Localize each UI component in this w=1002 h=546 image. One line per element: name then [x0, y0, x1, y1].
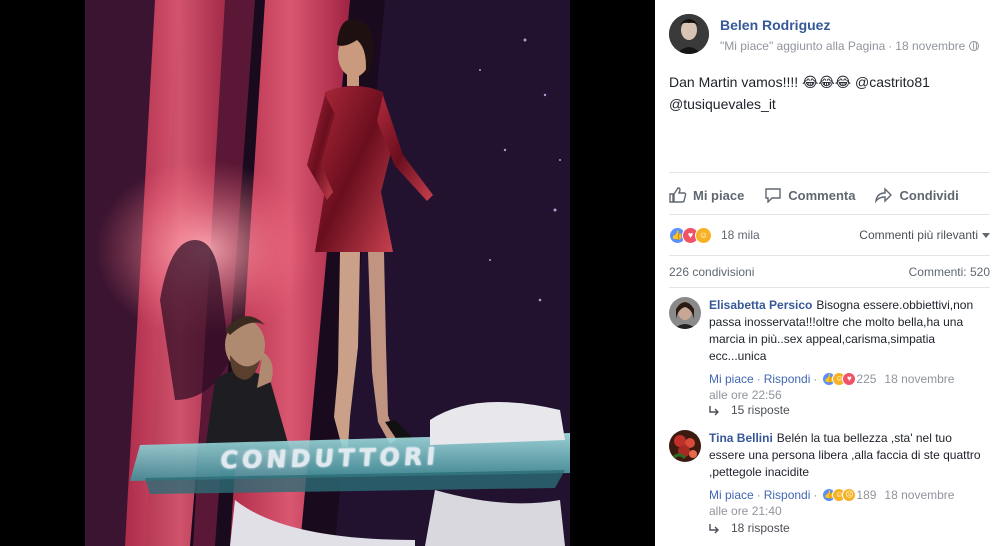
replies-link[interactable]: 15 risposte: [709, 403, 790, 417]
post-header: Belen Rodriguez "Mi piace" aggiunto alla…: [669, 14, 1002, 56]
post-meta: "Mi piace" aggiunto alla Pagina · 18 novem…: [720, 39, 980, 53]
share-button[interactable]: Condividi: [875, 182, 959, 208]
commenter-name[interactable]: Tina Bellini: [709, 431, 773, 445]
love-reaction-icon: ♥: [842, 372, 857, 386]
comment-time: alle ore 22:56: [709, 388, 782, 402]
like-label: Mi piace: [693, 187, 745, 203]
author-avatar[interactable]: [669, 14, 709, 54]
comments-count: Commenti: 520: [908, 265, 990, 279]
comment-separator: ·: [813, 372, 818, 386]
post-photo[interactable]: CONDUTTORI: [85, 0, 570, 546]
comment: Tina Bellini Belén la tua bellezza ,sta' …: [669, 430, 990, 545]
author-name[interactable]: Belen Rodriguez: [720, 17, 830, 33]
comment-date[interactable]: 18 novembre: [884, 488, 954, 502]
comment-separator: ·: [756, 488, 761, 502]
comment-reaction-count[interactable]: 225: [856, 372, 876, 386]
comment-body: Tina Bellini Belén la tua bellezza ,sta' …: [709, 430, 990, 519]
comment-reaction-icons[interactable]: 👍 ☺ ☹: [822, 488, 857, 502]
divider: [669, 287, 990, 288]
post-actions: Mi piace Commenta Condividi: [669, 182, 990, 208]
desk-sign-text: CONDUTTORI: [219, 442, 441, 475]
comment-button[interactable]: Commenta: [764, 182, 855, 208]
divider: [669, 214, 990, 215]
post-message-line1: Dan Martin vamos!!!! 😂😂😂 @castrito81: [669, 74, 930, 90]
post-activity[interactable]: "Mi piace" aggiunto alla Pagina: [720, 39, 885, 53]
meta-separator: ·: [888, 39, 893, 53]
comment-like-link[interactable]: Mi piace: [709, 372, 754, 386]
post-message-line2[interactable]: @tusiquevales_it: [669, 93, 989, 115]
comment-body: Elisabetta Persico Bisogna essere.obbiett…: [709, 297, 990, 403]
replies-count: 18 risposte: [731, 521, 790, 535]
share-label: Condividi: [899, 187, 959, 203]
reply-arrow-icon: [709, 406, 719, 416]
reactions-bar: 👍 ♥ ☺ 18 mila Commenti più rilevanti: [669, 225, 990, 247]
comment-footer: Mi piace · Rispondi · 👍 ☺ ♥ 225 18 novembre alle…: [709, 371, 990, 403]
comment-like-link[interactable]: Mi piace: [709, 488, 754, 502]
like-button[interactable]: Mi piace: [669, 182, 744, 208]
comment-separator: ·: [756, 372, 761, 386]
reply-arrow-icon: [709, 524, 719, 534]
comment-date[interactable]: 18 novembre: [884, 372, 954, 386]
caret-down-icon: [982, 233, 990, 238]
globe-icon[interactable]: [969, 41, 980, 51]
replies-count: 15 risposte: [731, 403, 790, 417]
comment-label: Commenta: [788, 187, 856, 203]
comment-reaction-count[interactable]: 189: [856, 488, 876, 502]
comment-icon: [765, 188, 781, 203]
thumbs-up-icon: [669, 187, 687, 203]
post-date[interactable]: 18 novembre: [895, 39, 965, 53]
comment-sort-label: Commenti più rilevanti: [859, 228, 978, 242]
comment-footer: Mi piace · Rispondi · 👍 ☺ ☹ 189 18 novembre alle…: [709, 487, 990, 519]
comment-content: Tina Bellini Belén la tua bellezza ,sta' …: [709, 430, 990, 481]
comment-reaction-icons[interactable]: 👍 ☺ ♥: [822, 372, 857, 386]
reaction-count[interactable]: 18 mila: [721, 228, 760, 242]
divider: [669, 255, 990, 256]
haha-reaction-icon: ☺: [695, 227, 712, 244]
post-message: Dan Martin vamos!!!! 😂😂😂 @castrito81 @tu…: [669, 71, 989, 115]
post-side-panel: Belen Rodriguez "Mi piace" aggiunto alla…: [655, 0, 1002, 546]
shares-count[interactable]: 226 condivisioni: [669, 265, 754, 279]
comment-content: Elisabetta Persico Bisogna essere.obbiett…: [709, 297, 990, 365]
share-icon: [875, 187, 893, 203]
commenter-avatar[interactable]: [669, 297, 701, 329]
divider: [669, 172, 990, 173]
comment-reply-link[interactable]: Rispondi: [764, 488, 811, 502]
replies-link[interactable]: 18 risposte: [709, 521, 790, 535]
photo-stage[interactable]: CONDUTTORI: [0, 0, 655, 546]
post-stats: 226 condivisioni Commenti: 520: [669, 265, 990, 281]
commenter-name[interactable]: Elisabetta Persico: [709, 298, 812, 312]
comment-separator: ·: [813, 488, 818, 502]
commenter-avatar[interactable]: [669, 430, 701, 462]
comment-reply-link[interactable]: Rispondi: [764, 372, 811, 386]
comment: Elisabetta Persico Bisogna essere.obbiett…: [669, 297, 990, 427]
sad-reaction-icon: ☹: [842, 488, 857, 502]
comment-time: alle ore 21:40: [709, 504, 782, 518]
comment-sort-dropdown[interactable]: Commenti più rilevanti: [859, 228, 990, 242]
